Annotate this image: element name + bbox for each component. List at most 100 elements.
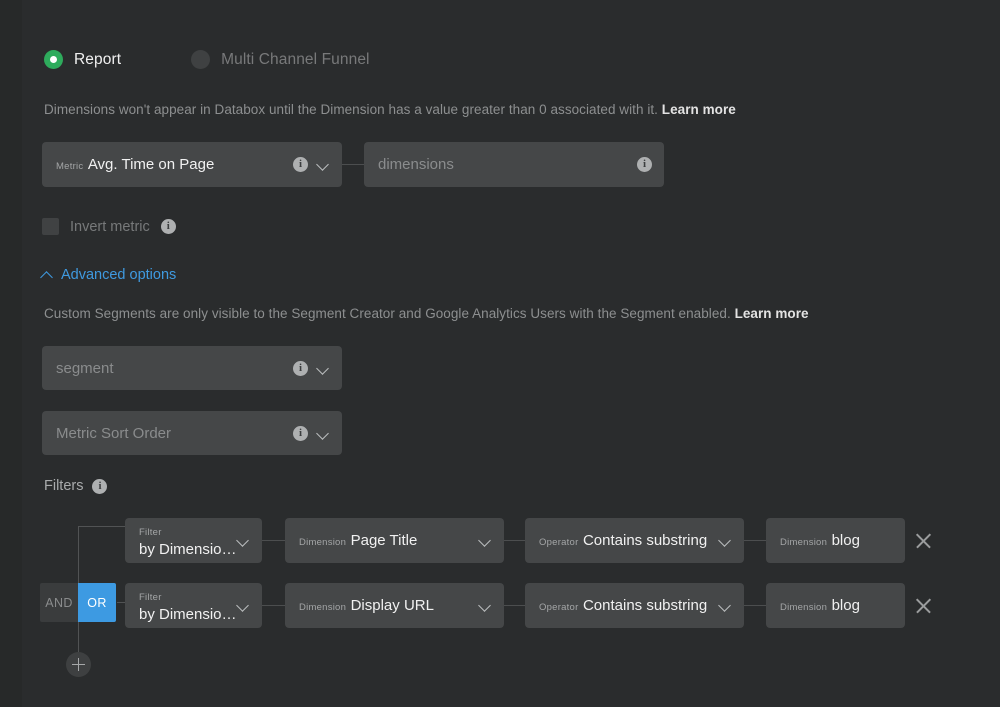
info-icon[interactable]: i: [637, 157, 652, 172]
dimensions-select[interactable]: dimensions i: [364, 142, 664, 187]
segment-helper-text: Custom Segments are only visible to the …: [44, 306, 809, 321]
filter-connector-2: [504, 540, 525, 541]
metric-select-icons: i: [293, 157, 330, 172]
radio-label-multi-channel-funnel: Multi Channel Funnel: [221, 51, 369, 69]
filter-operator-select[interactable]: Operator Contains substring: [525, 583, 744, 628]
segment-select-text: segment: [56, 359, 285, 378]
filter-operator-select[interactable]: Operator Contains substring: [525, 518, 744, 563]
info-icon[interactable]: i: [92, 479, 107, 494]
filter-operator-label: Operator: [539, 537, 579, 548]
filter-row: Filter by Dimensio… Dimension Display UR…: [0, 583, 1000, 628]
filter-operator-icons: [719, 599, 732, 612]
filter-type-icons: [237, 599, 250, 612]
filter-dimension-icons: [479, 534, 492, 547]
radio-option-report[interactable]: Report: [44, 50, 121, 69]
advanced-options-label: Advanced options: [61, 267, 176, 283]
chevron-down-icon[interactable]: [317, 427, 330, 440]
filter-operator-label: Operator: [539, 602, 579, 613]
segment-select-icons: i: [293, 361, 330, 376]
invert-metric-row[interactable]: Invert metric i: [42, 218, 176, 235]
filter-dimension-label: Dimension: [299, 602, 346, 613]
info-icon[interactable]: i: [293, 157, 308, 172]
chevron-down-icon[interactable]: [479, 534, 492, 547]
metric-select-text: Metric Avg. Time on Page: [56, 155, 285, 174]
filter-type-icons: [237, 534, 250, 547]
dimensions-select-icons: i: [637, 157, 652, 172]
filter-operator-value: Contains substring: [583, 532, 707, 549]
filter-value-input[interactable]: Dimension blog: [766, 583, 905, 628]
filter-operator-icons: [719, 534, 732, 547]
filter-connector-3: [744, 540, 766, 541]
advanced-options-toggle[interactable]: Advanced options: [42, 267, 176, 283]
filter-type-text: Filter by Dimensio…: [139, 522, 229, 559]
segment-select-placeholder: segment: [56, 360, 114, 377]
filter-dimension-select[interactable]: Dimension Display URL: [285, 583, 504, 628]
filter-row: Filter by Dimensio… Dimension Page Title…: [0, 518, 1000, 563]
filter-value-text: Dimension blog: [780, 531, 893, 550]
info-icon[interactable]: i: [293, 361, 308, 376]
close-icon[interactable]: [914, 596, 934, 616]
filter-value-label: Dimension: [780, 602, 827, 613]
radio-selected-icon: [44, 50, 63, 69]
info-icon[interactable]: i: [293, 426, 308, 441]
filter-value-value: blog: [832, 597, 860, 614]
metric-builder-panel: Report Multi Channel Funnel Dimensions w…: [0, 0, 1000, 707]
filter-type-select[interactable]: Filter by Dimensio…: [125, 583, 262, 628]
filter-connector-3: [744, 605, 766, 606]
metric-select[interactable]: Metric Avg. Time on Page i: [42, 142, 342, 187]
invert-metric-checkbox[interactable]: [42, 218, 59, 235]
chevron-down-icon[interactable]: [719, 599, 732, 612]
add-filter-button[interactable]: [66, 652, 91, 677]
filter-type-label: Filter: [139, 527, 162, 538]
filter-dimension-select[interactable]: Dimension Page Title: [285, 518, 504, 563]
chevron-down-icon[interactable]: [317, 362, 330, 375]
source-type-radio-group: Report Multi Channel Funnel: [44, 50, 370, 69]
filter-dimension-value: Display URL: [351, 597, 434, 614]
filter-dimension-text: Dimension Display URL: [299, 596, 471, 615]
metric-sort-order-select[interactable]: Metric Sort Order i: [42, 411, 342, 455]
chevron-down-icon[interactable]: [237, 599, 250, 612]
invert-metric-label: Invert metric: [70, 219, 150, 235]
chevron-down-icon[interactable]: [479, 599, 492, 612]
metric-select-label: Metric: [56, 161, 83, 172]
metric-sort-order-text: Metric Sort Order: [56, 424, 285, 443]
radio-unselected-icon: [191, 50, 210, 69]
chevron-up-icon: [42, 270, 53, 281]
helper-text-body: Custom Segments are only visible to the …: [44, 306, 735, 321]
filter-type-value: by Dimensio…: [139, 541, 237, 558]
filter-type-select[interactable]: Filter by Dimensio…: [125, 518, 262, 563]
filters-label-text: Filters: [44, 478, 83, 494]
close-icon[interactable]: [914, 531, 934, 551]
metric-dimension-connector: [342, 164, 364, 165]
learn-more-link-dimensions[interactable]: Learn more: [662, 102, 736, 117]
radio-label-report: Report: [74, 51, 121, 69]
metric-sort-order-icons: i: [293, 426, 330, 441]
filter-value-text: Dimension blog: [780, 596, 893, 615]
metric-select-value: Avg. Time on Page: [88, 156, 214, 173]
filter-connector-1: [262, 540, 285, 541]
learn-more-link-segment[interactable]: Learn more: [735, 306, 809, 321]
filter-value-value: blog: [832, 532, 860, 549]
dimensions-select-placeholder: dimensions: [378, 156, 454, 173]
radio-option-multi-channel-funnel[interactable]: Multi Channel Funnel: [191, 50, 369, 69]
filter-connector-2: [504, 605, 525, 606]
chevron-down-icon[interactable]: [237, 534, 250, 547]
filter-operator-value: Contains substring: [583, 597, 707, 614]
filter-dimension-icons: [479, 599, 492, 612]
info-icon[interactable]: i: [161, 219, 176, 234]
chevron-down-icon[interactable]: [719, 534, 732, 547]
chevron-down-icon[interactable]: [317, 158, 330, 171]
filter-type-value: by Dimensio…: [139, 606, 237, 623]
filter-operator-text: Operator Contains substring: [539, 596, 711, 615]
filter-value-input[interactable]: Dimension blog: [766, 518, 905, 563]
dimensions-select-text: dimensions: [378, 155, 629, 174]
filter-dimension-value: Page Title: [351, 532, 418, 549]
filter-connector-1: [262, 605, 285, 606]
filter-dimension-text: Dimension Page Title: [299, 531, 471, 550]
helper-text-body: Dimensions won't appear in Databox until…: [44, 102, 662, 117]
filter-type-label: Filter: [139, 592, 162, 603]
filter-type-text: Filter by Dimensio…: [139, 587, 229, 624]
segment-select[interactable]: segment i: [42, 346, 342, 390]
filters-section-label: Filters i: [44, 478, 107, 494]
filter-operator-text: Operator Contains substring: [539, 531, 711, 550]
